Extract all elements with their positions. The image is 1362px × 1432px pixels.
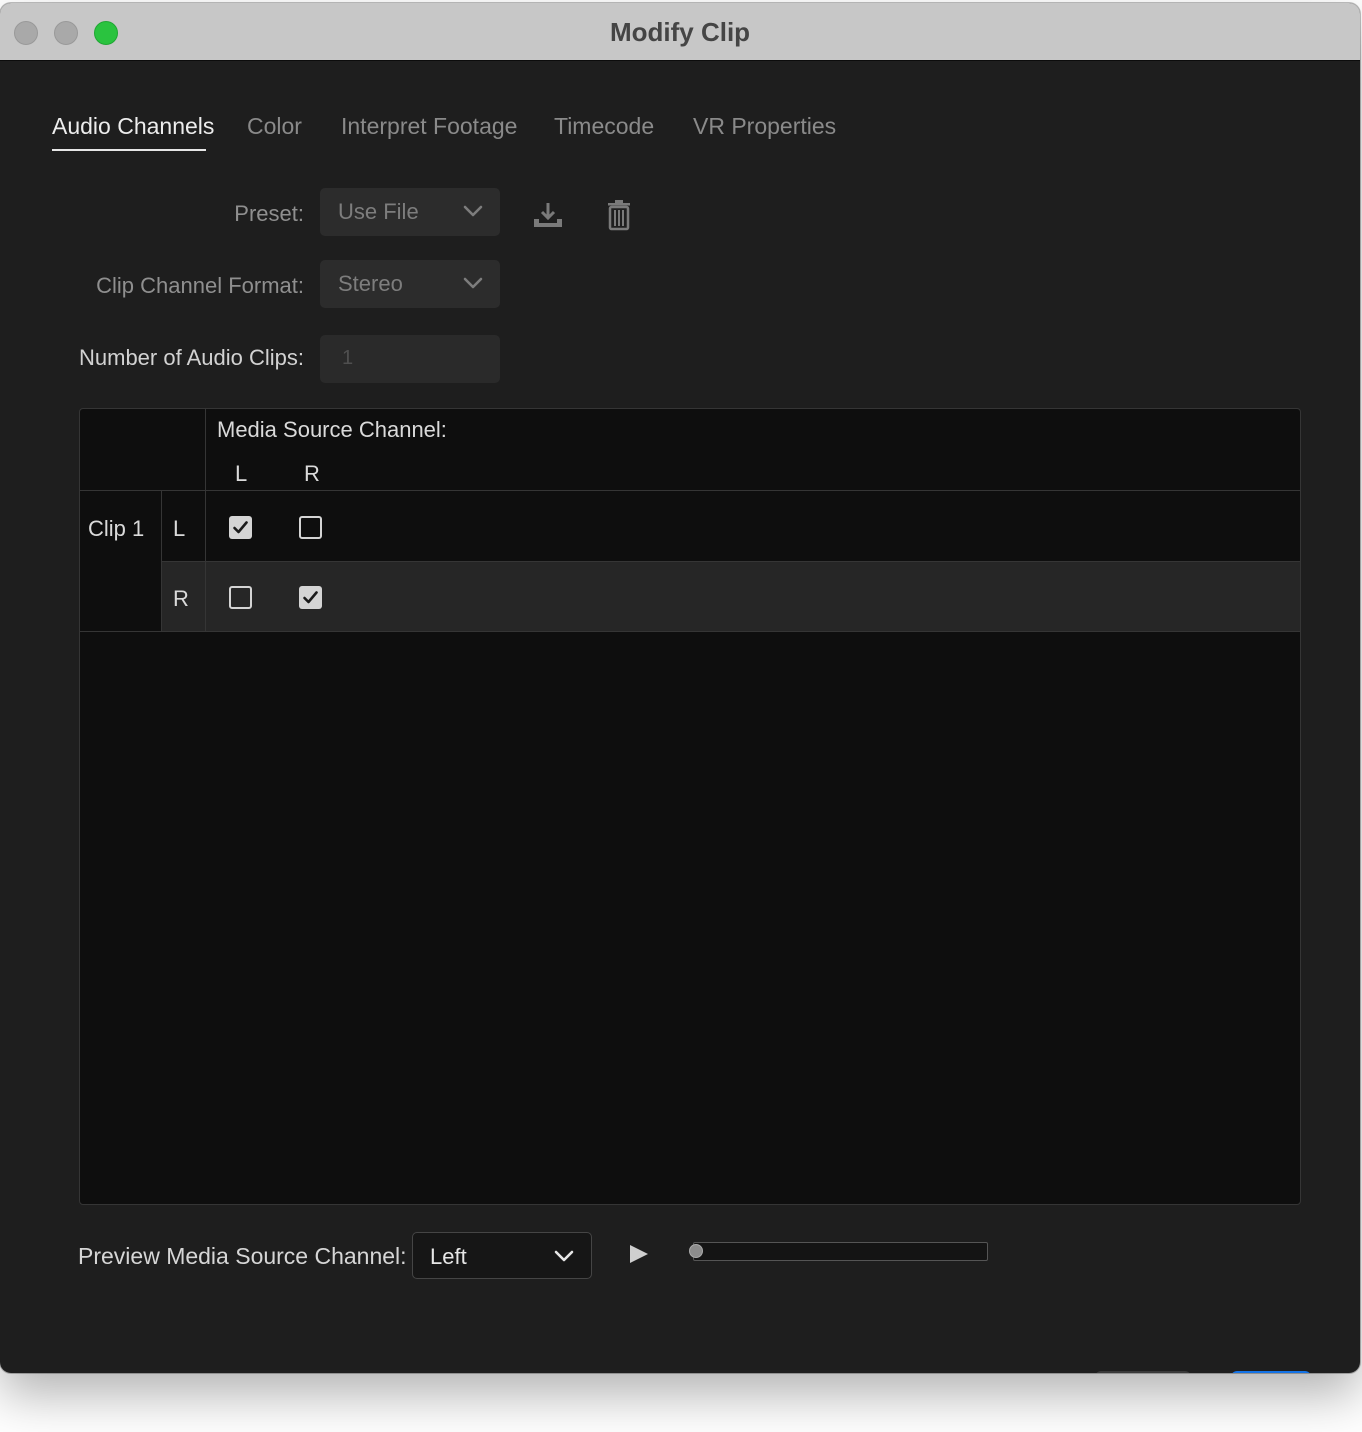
modify-clip-dialog: Modify Clip Audio Channels Color Interpr… [0,3,1360,1373]
tab-color[interactable]: Color [247,113,302,140]
cancel-button[interactable] [1095,1371,1191,1373]
preview-channel-dropdown[interactable]: Left [412,1232,592,1279]
source-channel-header-l: L [235,461,248,486]
checkbox-clip1-r-source-l[interactable] [229,586,252,609]
checkbox-clip1-l-source-l[interactable] [229,516,252,539]
tab-timecode[interactable]: Timecode [554,113,654,140]
clip-channel-format-label: Clip Channel Format: [96,273,304,298]
checkbox-clip1-r-source-r[interactable] [299,586,322,609]
clip-channel-format-value: Stereo [338,271,403,296]
source-channel-header-r: R [304,461,320,486]
checkbox-clip1-l-source-r[interactable] [299,516,322,539]
num-audio-clips-label: Number of Audio Clips: [79,345,304,370]
checkmark-icon [303,591,318,604]
preview-channel-value: Left [430,1244,467,1269]
preview-media-source-channel-label: Preview Media Source Channel: [78,1243,407,1269]
ok-button[interactable] [1231,1371,1311,1373]
save-preset-icon[interactable] [530,197,566,233]
preset-label: Preset: [234,201,304,226]
title-bar: Modify Clip [0,3,1360,61]
preset-dropdown[interactable]: Use File [320,188,500,236]
chevron-down-icon [463,205,483,217]
chevron-down-icon [463,277,483,289]
preview-progress-slider[interactable] [689,1242,988,1261]
chevron-down-icon [554,1250,574,1262]
channel-mapping-grid: Media Source Channel: L R Clip 1 L R [79,408,1301,1205]
preset-value: Use File [338,199,419,224]
clip-label: Clip 1 [88,516,145,541]
clip-channel-l-label: L [173,516,186,541]
clip1-r-row-highlight [162,562,1300,631]
num-audio-clips-field[interactable]: 1 [320,335,500,383]
clip-channel-format-dropdown[interactable]: Stereo [320,260,500,308]
play-icon[interactable] [627,1242,651,1266]
active-tab-indicator [52,149,206,151]
tab-vr-properties[interactable]: VR Properties [693,113,836,140]
num-audio-clips-value: 1 [342,347,354,369]
tab-audio-channels[interactable]: Audio Channels [52,113,214,140]
checkmark-icon [233,521,248,534]
clip-channel-r-label: R [173,586,189,611]
media-source-channel-header: Media Source Channel: [217,417,447,442]
tab-interpret-footage[interactable]: Interpret Footage [341,113,517,140]
window-title: Modify Clip [609,17,751,47]
trash-icon[interactable] [601,197,637,233]
playhead-knob[interactable] [689,1244,703,1258]
